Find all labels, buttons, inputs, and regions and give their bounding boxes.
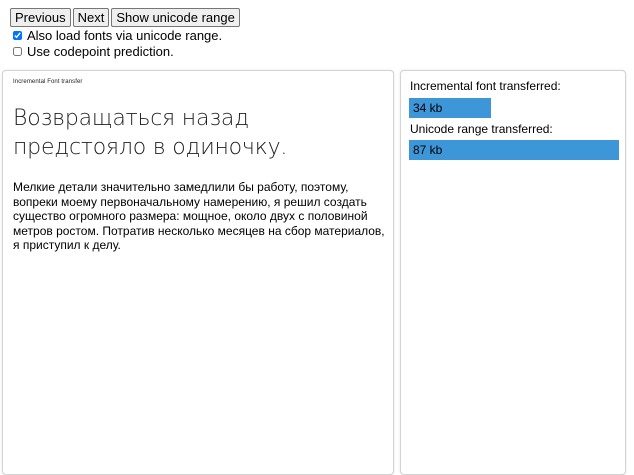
sample-paragraph: Мелкие детали значительно замедлили бы р… — [13, 180, 385, 253]
unicode-transferred-value: 87 kb — [413, 143, 443, 157]
controls: Previous Next Show unicode range Also lo… — [10, 8, 630, 59]
transfer-stats-panel: Incremental font transferred: 34 kb Unic… — [400, 70, 626, 475]
incremental-transferred-bar: 34 kb — [409, 98, 491, 118]
unicode-transferred-bar: 87 kb — [409, 140, 619, 160]
show-unicode-range-button[interactable]: Show unicode range — [111, 8, 240, 27]
next-button[interactable]: Next — [72, 8, 110, 27]
sample-heading: Возвращаться назад предстояло в одиночку… — [13, 106, 288, 160]
panel-small-title: Incremental Font transfer — [13, 79, 83, 85]
load-unicode-label[interactable]: Also load fonts via unicode range. — [27, 28, 222, 43]
unicode-transferred-label: Unicode range transferred: — [410, 122, 553, 136]
previous-button[interactable]: Previous — [10, 8, 71, 27]
load-unicode-checkbox[interactable] — [13, 31, 22, 40]
button-row: Previous Next Show unicode range — [10, 8, 630, 27]
load-unicode-option: Also load fonts via unicode range. — [10, 28, 630, 43]
codepoint-prediction-checkbox[interactable] — [13, 47, 22, 56]
incremental-transferred-label: Incremental font transferred: — [410, 79, 561, 93]
codepoint-option: Use codepoint prediction. — [10, 44, 630, 59]
text-sample-panel: Incremental Font transfer Возвращаться н… — [2, 70, 394, 475]
incremental-transferred-value: 34 kb — [413, 101, 443, 115]
codepoint-prediction-label[interactable]: Use codepoint prediction. — [27, 44, 174, 59]
